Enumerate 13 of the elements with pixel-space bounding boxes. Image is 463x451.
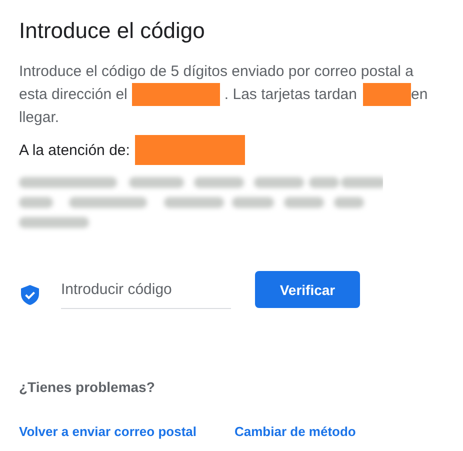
help-link[interactable]: Cambiar de método — [234, 424, 356, 439]
help-heading: ¿Tienes problemas? — [19, 379, 156, 395]
verify-button[interactable]: Verificar — [255, 271, 360, 308]
redaction-block — [362, 83, 411, 106]
page-title: Introduce el código — [19, 17, 206, 45]
description-text: en — [410, 85, 428, 105]
shield-check-icon — [21, 285, 39, 305]
attention-label: A la atención de: — [19, 142, 130, 158]
description-text: esta dirección el — [19, 85, 128, 105]
description-text: . Las tarjetas tardan — [224, 85, 357, 105]
description-text: Introduce el código de 5 dígitos enviado por correo postal a — [19, 62, 414, 82]
description-text: llegar. — [19, 108, 60, 128]
help-link[interactable]: Volver a enviar correo postal — [19, 424, 196, 439]
